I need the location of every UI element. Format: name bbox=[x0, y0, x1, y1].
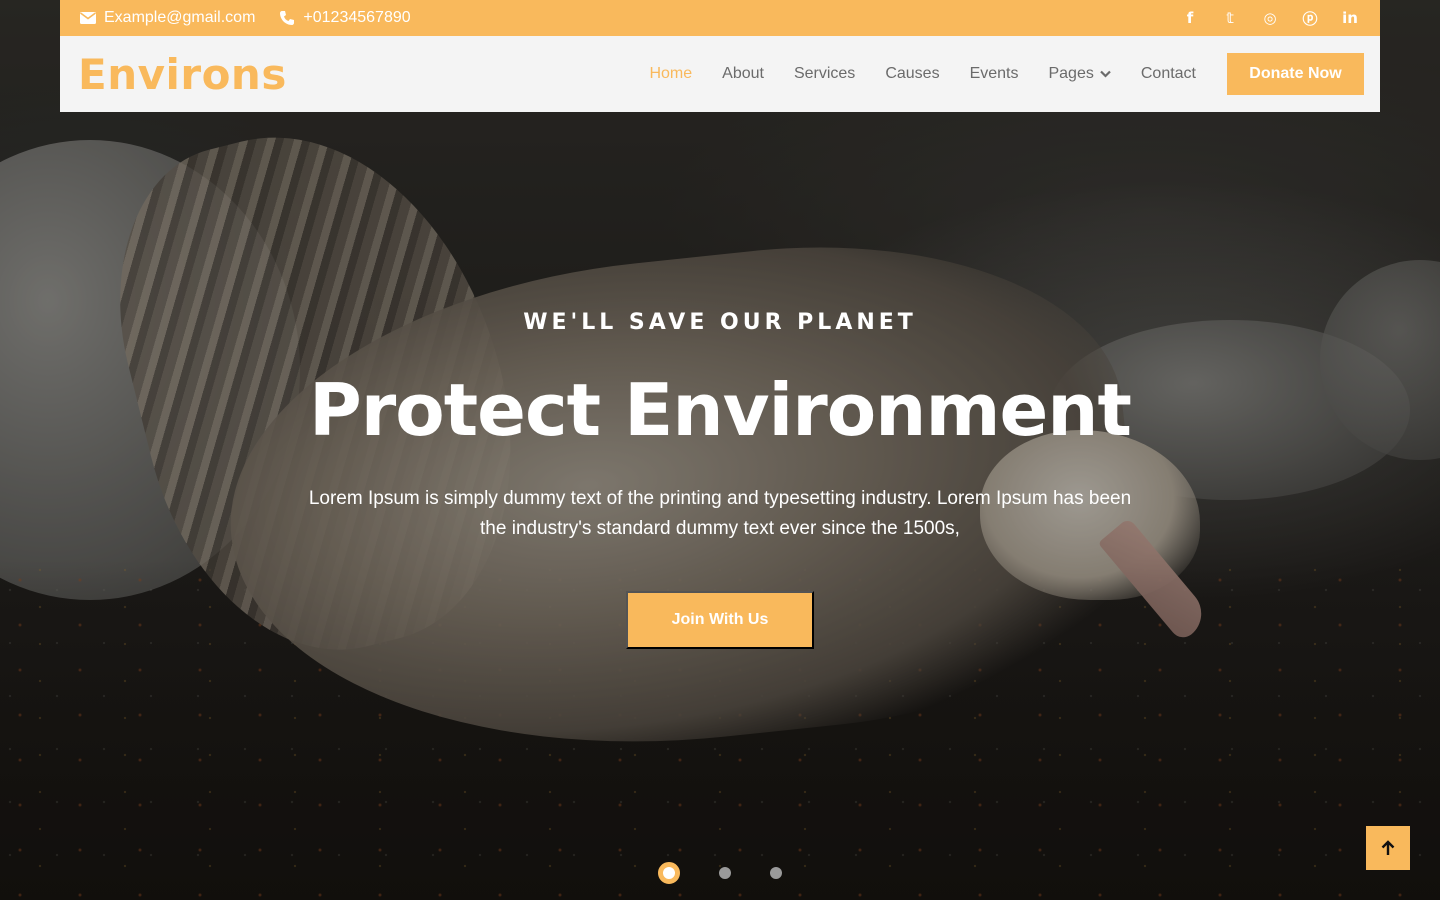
hero-content: WE'LL SAVE OUR PLANET Protect Environmen… bbox=[0, 0, 1440, 900]
carousel-dot-3[interactable] bbox=[770, 867, 782, 879]
carousel-dot-2[interactable] bbox=[719, 867, 731, 879]
hero-headline: Protect Environment bbox=[309, 368, 1132, 452]
arrow-up-icon bbox=[1381, 840, 1395, 855]
hero-kicker: WE'LL SAVE OUR PLANET bbox=[523, 310, 917, 335]
carousel-dot-1[interactable] bbox=[658, 862, 680, 884]
join-with-us-button[interactable]: Join With Us bbox=[626, 591, 814, 649]
back-to-top-button[interactable] bbox=[1366, 826, 1410, 870]
hero-description: Lorem Ipsum is simply dummy text of the … bbox=[308, 488, 1132, 539]
carousel-dots bbox=[0, 862, 1440, 884]
